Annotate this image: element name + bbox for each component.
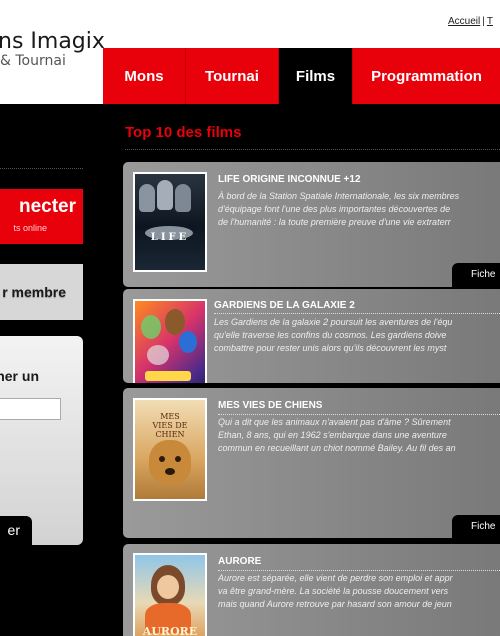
fiche-button[interactable]: Fiche	[452, 515, 500, 538]
film-card: MES VIES DE CHIEN MES VIES DE CHIENS Qui…	[123, 388, 500, 538]
connect-subtitle: ts online	[13, 223, 47, 233]
site-header: ns Imagix & Tournai Accueil | T Mons Tourn…	[0, 0, 500, 104]
login-panel: ner un er	[0, 336, 83, 545]
film-poster[interactable]	[133, 299, 207, 383]
fiche-button[interactable]: Fiche	[452, 263, 500, 287]
film-synopsis: À bord de la Station Spatiale Internatio…	[218, 190, 500, 229]
section-divider	[125, 149, 500, 150]
synopsis-line: combattre pour rester unis alors qu'ils …	[214, 343, 447, 353]
film-divider	[218, 570, 500, 571]
poster-title: MES VIES DE CHIEN	[152, 412, 188, 439]
login-submit-button[interactable]: er	[0, 516, 32, 545]
main-nav: Mons Tournai Films Programmation	[103, 48, 500, 104]
film-card: AURORE AURORE Aurore est séparée, elle v…	[123, 544, 500, 636]
film-poster[interactable]: LIFE	[133, 172, 207, 272]
link-separator: |	[482, 16, 485, 27]
synopsis-line: Les Gardiens de la galaxie 2 poursuit le…	[214, 317, 453, 327]
film-synopsis: Aurore est séparée, elle vient de perdre…	[218, 572, 500, 611]
connect-title: necter	[18, 196, 76, 217]
synopsis-line: Qui a dit que les animaux n'avaient pas …	[218, 417, 451, 427]
sidebar-divider	[0, 168, 83, 169]
poster-title: AURORE	[142, 625, 198, 636]
film-title[interactable]: AURORE	[218, 556, 261, 567]
film-card: LIFE LIFE ORIGINE INCONNUE +12 À bord de…	[123, 162, 500, 287]
login-heading: ner un	[0, 368, 39, 384]
synopsis-line: Aurore est séparée, elle vient de perdre…	[218, 573, 453, 583]
home-link[interactable]: Accueil	[448, 16, 480, 27]
synopsis-line: mais quand Aurore retrouve par hasard so…	[218, 599, 452, 609]
film-title[interactable]: LIFE ORIGINE INCONNUE +12	[218, 174, 361, 185]
poster-title: LIFE	[150, 232, 190, 243]
synopsis-line: d'équipage font l'une des plus important…	[218, 204, 451, 214]
site-logo-subtitle: & Tournai	[0, 53, 66, 69]
site-logo-text[interactable]: ns Imagix	[0, 29, 105, 54]
nav-item-mons[interactable]: Mons	[103, 48, 186, 104]
film-card: GARDIENS DE LA GALAXIE 2 Les Gardiens de…	[123, 289, 500, 383]
synopsis-line: qu'elle traverse les confins du cosmos. …	[214, 330, 447, 340]
synopsis-line: de l'humanité : la toute première preuve…	[218, 217, 451, 227]
top-link-2[interactable]: T	[487, 16, 493, 27]
member-button[interactable]: r membre	[0, 264, 83, 320]
connect-button[interactable]: necter ts online	[0, 189, 83, 244]
login-input[interactable]	[0, 398, 61, 420]
nav-item-tournai[interactable]: Tournai	[186, 48, 279, 104]
synopsis-line: Ethan, 8 ans, qui en 1962 s'embarque dan…	[218, 430, 447, 440]
top-links: Accueil | T	[448, 16, 493, 27]
synopsis-line: commun en recueillant un chiot nommé Bai…	[218, 443, 456, 453]
film-poster[interactable]: AURORE	[133, 553, 207, 636]
synopsis-line: À bord de la Station Spatiale Internatio…	[218, 191, 460, 201]
film-synopsis: Qui a dit que les animaux n'avaient pas …	[218, 416, 500, 455]
film-poster[interactable]: MES VIES DE CHIEN	[133, 398, 207, 501]
section-title: Top 10 des films	[125, 124, 242, 141]
film-divider	[214, 313, 500, 314]
film-title[interactable]: MES VIES DE CHIENS	[218, 400, 322, 411]
film-title[interactable]: GARDIENS DE LA GALAXIE 2	[214, 300, 355, 311]
nav-item-programmation[interactable]: Programmation	[353, 48, 500, 104]
member-label: r membre	[2, 284, 66, 300]
film-synopsis: Les Gardiens de la galaxie 2 poursuit le…	[214, 316, 500, 355]
synopsis-line: va être grand-mère. La société la pousse…	[218, 586, 449, 596]
nav-item-films[interactable]: Films	[279, 48, 353, 104]
film-divider	[218, 414, 500, 415]
